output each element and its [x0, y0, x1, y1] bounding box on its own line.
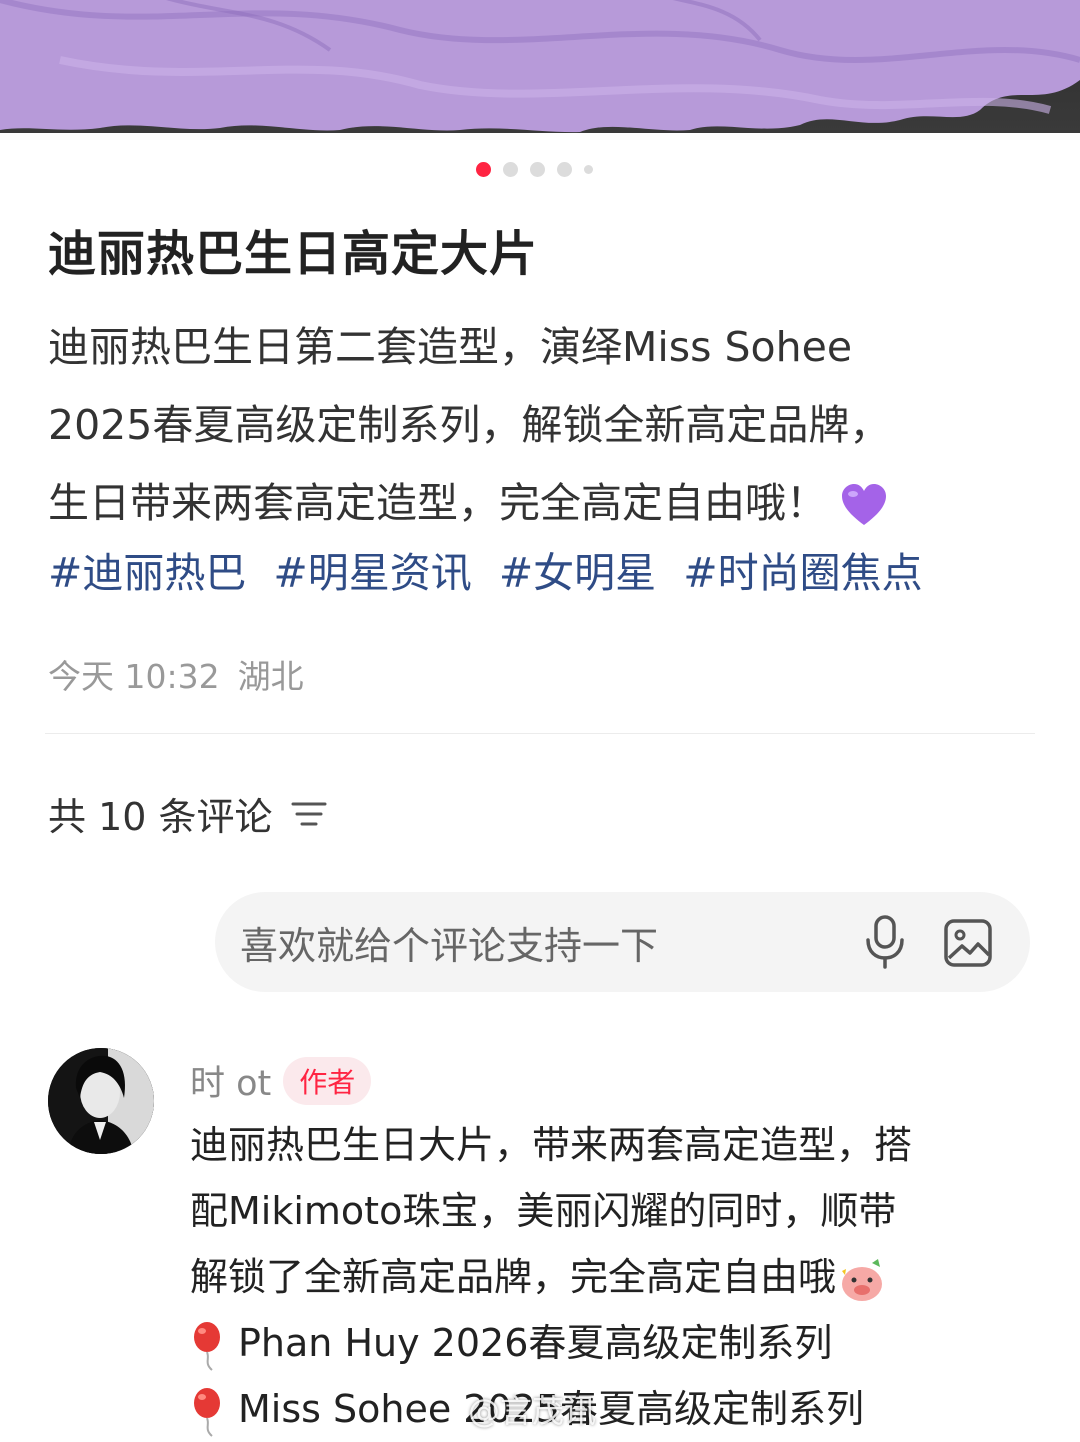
comment-count-label: 共 10 条评论 [48, 795, 273, 839]
post-tags: #迪丽热巴 #明星资讯 #女明星 #时尚圈焦点 [48, 534, 1048, 612]
description-line: 2025春夏高级定制系列，解锁全新高定品牌， [48, 401, 891, 449]
comment-author-row: 时 ot 作者 [190, 1055, 372, 1106]
description-line: 迪丽热巴生日第二套造型，演绎Miss Sohee [48, 323, 853, 371]
comment-line: 解锁了全新高定品牌，完全高定自由哦 [190, 1244, 1050, 1310]
carousel-dot [503, 162, 518, 177]
microphone-icon[interactable] [862, 914, 908, 970]
comment-list-item: Miss Sohee 2025春夏高级定制系列 [190, 1376, 1050, 1442]
post-time: 今天 10:32 [48, 657, 220, 696]
post-image[interactable] [0, 0, 1080, 133]
red-balloon-icon [194, 1387, 220, 1437]
post-description: 迪丽热巴生日第二套造型，演绎Miss Sohee 2025春夏高级定制系列，解锁… [48, 308, 1038, 542]
image-picker-icon[interactable] [943, 918, 993, 968]
avatar-image [48, 1048, 154, 1154]
carousel-dot [530, 162, 545, 177]
post-location: 湖北 [237, 657, 304, 696]
red-balloon-icon [194, 1321, 220, 1371]
hashtag-link[interactable]: #女明星 [499, 549, 656, 597]
description-line: 生日带来两套高定造型，完全高定自由哦！ [48, 464, 1038, 542]
sort-icon[interactable] [291, 796, 327, 832]
watermark: @言茂讯 [468, 1392, 597, 1430]
comment-line: 迪丽热巴生日大片，带来两套高定造型，搭 [190, 1123, 913, 1167]
post-meta: 今天 10:32 湖北 [48, 650, 304, 698]
author-badge: 作者 [283, 1056, 372, 1105]
carousel-dot [584, 165, 593, 174]
avatar[interactable] [48, 1048, 154, 1154]
hashtag-link[interactable]: #时尚圈焦点 [683, 549, 922, 597]
comment-author-name[interactable]: 时 ot [190, 1055, 271, 1106]
comment-text: 迪丽热巴生日大片，带来两套高定造型，搭 配Mikimoto珠宝，美丽闪耀的同时，… [190, 1112, 1050, 1442]
hashtag-link[interactable]: #明星资讯 [273, 549, 471, 597]
comment-count-header: 共 10 条评论 [48, 786, 327, 841]
carousel-dot-active [476, 162, 491, 177]
purple-dress-image [0, 0, 1080, 133]
cute-pig-emoji-icon [842, 1258, 883, 1301]
carousel-dot [557, 162, 572, 177]
post-title: 迪丽热巴生日高定大片 [48, 226, 539, 282]
comment-list-item: Phan Huy 2026春夏高级定制系列 [190, 1310, 1050, 1376]
purple-heart-icon [842, 484, 886, 525]
divider [45, 733, 1035, 734]
carousel-indicator [476, 162, 593, 177]
hashtag-link[interactable]: #迪丽热巴 [48, 549, 246, 597]
comment-line: 配Mikimoto珠宝，美丽闪耀的同时，顺带 [190, 1189, 897, 1233]
comment-input-placeholder[interactable]: 喜欢就给个评论支持一下 [240, 915, 658, 970]
